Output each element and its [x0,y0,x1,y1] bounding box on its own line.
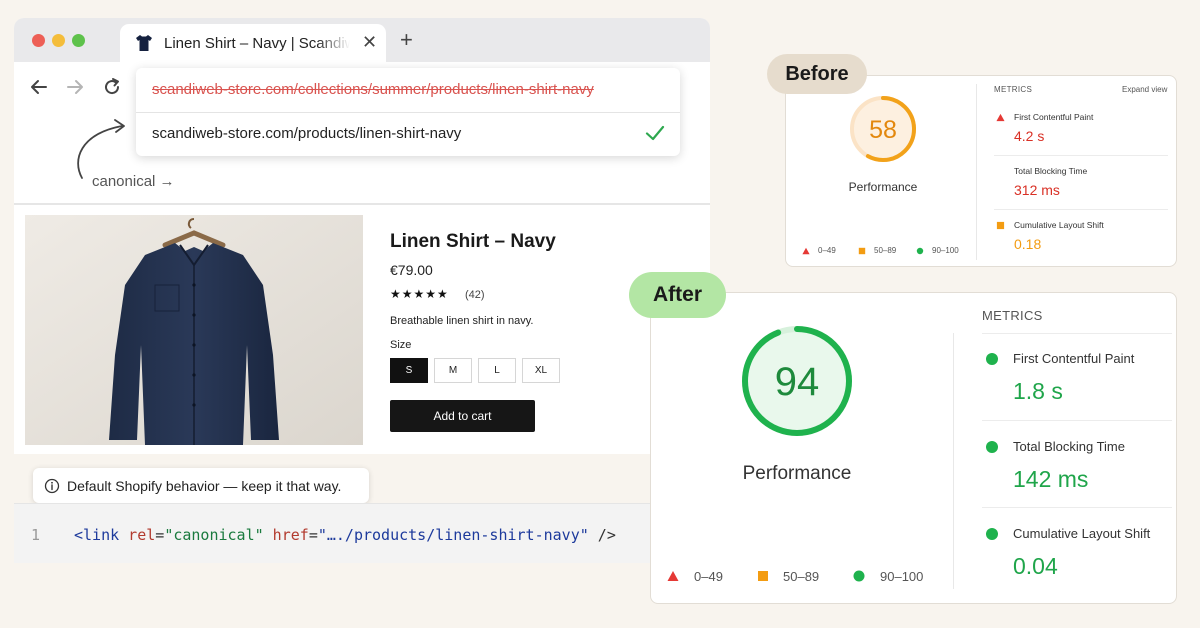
after-metrics-title: METRICS [982,308,1043,323]
close-tab-icon[interactable]: ✕ [362,32,377,53]
after-metric-tbt-value: 142 ms [1013,466,1089,492]
after-metric-cls-name: Cumulative Layout Shift [1013,526,1151,541]
new-tab-icon[interactable]: + [400,27,413,53]
check-icon [645,125,665,141]
info-tooltip: Default Shopify behavior — keep it that … [33,468,369,503]
after-badge: After [629,272,726,318]
product-price: €79.00 [390,262,433,278]
legend-pass-icon [853,570,865,582]
address-bar-dropdown[interactable]: scandiweb-store.com/collections/summer/p… [136,68,680,156]
after-metric-cls-value: 0.04 [1013,553,1058,579]
product-description: Breathable linen shirt in navy. [390,315,534,327]
minimize-window-button[interactable] [52,34,65,47]
legend-fail-icon [667,571,679,581]
legend-fail-icon [802,247,810,255]
code-tag-close: /> [588,526,616,544]
tooltip-text: Default Shopify behavior — keep it that … [67,478,342,494]
after-divider [953,333,954,589]
legend-pass-label: 90–100 [932,246,959,255]
code-rel-value: "canonical" [164,526,264,544]
before-metric-cls-value: 0.18 [1014,236,1042,252]
pass-circle-icon [986,441,998,453]
legend-pass-icon [916,247,924,255]
size-label: Size [390,339,412,351]
after-metric-tbt-name: Total Blocking Time [1013,439,1125,454]
legend-average-icon [858,247,866,255]
old-url: scandiweb-store.com/collections/summer/p… [152,81,594,98]
code-line-number: 1 [31,526,41,544]
canonical-link-code: <link rel="canonical" href="…./products/… [74,526,616,544]
average-square-icon [996,221,1005,230]
size-option-l[interactable]: L [478,358,516,383]
code-rel-attr: rel [119,526,156,544]
canonical-url[interactable]: scandiweb-store.com/products/linen-shirt… [152,125,461,142]
code-equals: = [155,526,165,544]
after-lighthouse-card: 94 Performance METRICS First Contentful … [650,292,1177,604]
code-tag-open: <link [74,526,120,544]
page-divider [14,203,710,205]
product-image[interactable] [25,215,363,445]
tab-bar: Linen Shirt – Navy | Scandiweb Store ✕ + [14,18,710,62]
before-metric-fcp-name: First Contentful Paint [1014,112,1094,122]
legend-pass-label: 90–100 [880,569,924,584]
legend-average-label: 50–89 [874,246,897,255]
rating-stars-icon[interactable]: ★★★★★ [390,287,449,301]
expand-view-link[interactable]: Expand view [1122,85,1167,94]
browser-tab[interactable]: Linen Shirt – Navy | Scandiweb Store ✕ [120,24,386,62]
size-option-xl[interactable]: XL [522,358,560,383]
forward-arrow-icon[interactable] [64,76,86,98]
code-href-value: "…./products/linen-shirt-navy" [317,526,589,544]
pass-circle-icon [986,353,998,365]
info-icon [44,478,60,494]
product-title: Linen Shirt – Navy [390,231,556,252]
reload-icon[interactable] [101,76,123,98]
code-equals: = [308,526,318,544]
back-arrow-icon[interactable] [28,76,50,98]
shirt-icon [136,35,152,51]
before-badge: Before [767,54,867,94]
fail-triangle-icon [996,113,1005,122]
pass-circle-icon [986,528,998,540]
size-option-s[interactable]: S [390,358,428,383]
metric-separator [994,209,1168,210]
add-to-cart-button[interactable]: Add to cart [390,400,535,432]
after-score-label: Performance [742,463,852,484]
metric-separator [982,333,1172,334]
before-lighthouse-card: 58 Performance METRICS Expand view First… [785,75,1177,267]
code-href-attr: href [263,526,309,544]
metric-separator [982,420,1172,421]
legend-average-icon [758,571,768,581]
before-score-label: Performance [848,180,918,194]
legend-fail-label: 0–49 [818,246,836,255]
maximize-window-button[interactable] [72,34,85,47]
after-metric-fcp-value: 1.8 s [1013,378,1063,404]
before-metric-tbt-name: Total Blocking Time [1014,166,1088,176]
before-metric-cls-name: Cumulative Layout Shift [1014,220,1104,230]
before-divider [976,84,977,260]
metric-separator [982,507,1172,508]
url-divider [136,112,680,113]
close-window-button[interactable] [32,34,45,47]
after-score: 94 [774,360,820,404]
browser-window: Linen Shirt – Navy | Scandiweb Store ✕ +… [14,18,710,454]
tab-title: Linen Shirt – Navy | Scandiweb Store [164,35,350,52]
canonical-label: canonical → [92,173,175,190]
size-option-m[interactable]: M [434,358,472,383]
rating-count[interactable]: (42) [465,289,485,301]
code-block: 1 <link rel="canonical" href="…./product… [14,503,710,563]
legend-fail-label: 0–49 [694,569,723,584]
before-metric-fcp-value: 4.2 s [1014,128,1045,144]
metric-separator [994,155,1168,156]
legend-average-label: 50–89 [783,569,820,584]
before-metrics-title: METRICS [994,85,1033,94]
before-score: 58 [869,116,897,144]
before-metric-tbt-value: 312 ms [1014,182,1060,198]
after-metric-fcp-name: First Contentful Paint [1013,351,1135,366]
